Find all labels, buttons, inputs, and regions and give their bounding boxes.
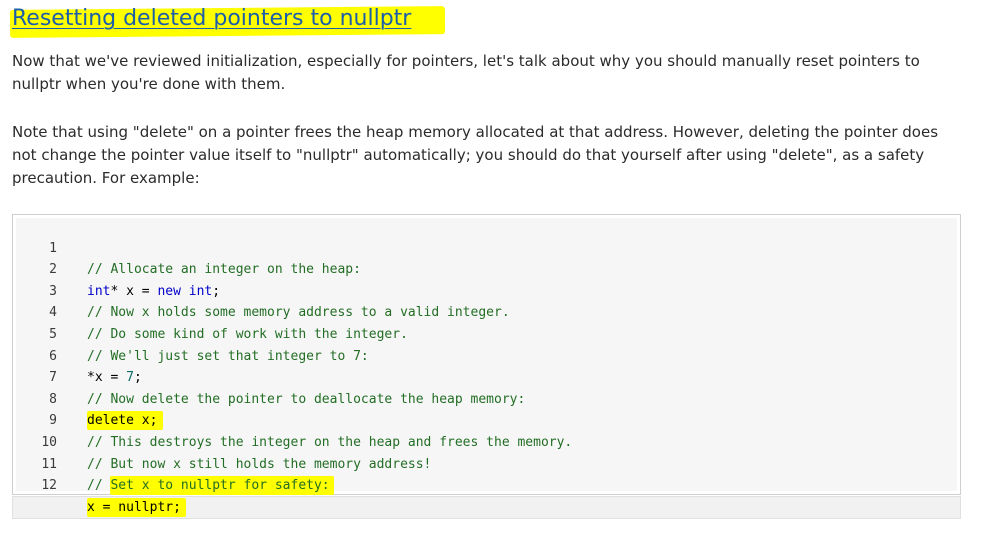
code-statement: x = nullptr; xyxy=(87,497,186,519)
intro-paragraph: Now that we've reviewed initialization, … xyxy=(12,52,920,93)
page: Resetting deleted pointers to nullptr No… xyxy=(0,0,990,533)
code-line: 9 // This destroys the integer on the he… xyxy=(13,389,953,450)
code-line: 6 *x = 7; xyxy=(13,324,953,386)
code-line: 5 // We'll just set that integer to 7: xyxy=(13,302,953,364)
code-line: 3 // Now x holds some memory address to … xyxy=(13,259,953,321)
code-listing: 1 // Allocate an integer on the heap: 2 … xyxy=(13,216,953,517)
explanation-paragraph: Note that using "delete" on a pointer fr… xyxy=(12,123,939,187)
code-comment: // Set x to nullptr for safety: xyxy=(87,475,334,497)
code-comment-prefix: // xyxy=(87,478,111,494)
code-line: 7 // Now delete the pointer to deallocat… xyxy=(13,346,953,407)
code-line: 1 // Allocate an integer on the heap: xyxy=(13,216,953,278)
code-line: 12 x = nullptr; xyxy=(13,454,953,517)
code-line: 2 int* x = new int; xyxy=(13,238,953,299)
page-title[interactable]: Resetting deleted pointers to nullptr xyxy=(12,3,411,35)
code-line: 10 // But now x still holds the memory a… xyxy=(13,410,953,472)
highlighted-code: x = nullptr; xyxy=(87,497,186,517)
code-line: 11 // Set x to nullptr for safety: xyxy=(13,432,953,496)
highlighted-comment: Set x to nullptr for safety: xyxy=(110,476,334,496)
code-line: 4 // Do some kind of work with the integ… xyxy=(13,281,953,342)
line-number: 12 xyxy=(41,478,57,494)
code-line: 8 delete x; xyxy=(13,367,953,431)
